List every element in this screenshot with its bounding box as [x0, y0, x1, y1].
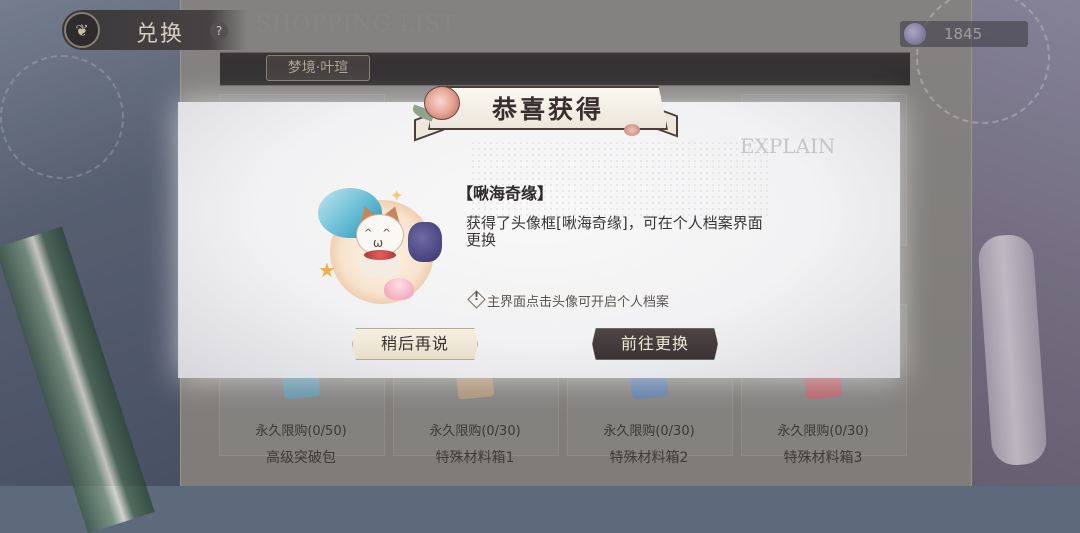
sparkle-icon: ✦	[390, 186, 404, 205]
info-diamond-mark: !	[474, 290, 480, 303]
hint-text: 主界面点击头像可开启个人档案	[487, 295, 670, 310]
shell-ornament	[384, 278, 414, 300]
go-change-button[interactable]: 前往更换	[592, 328, 718, 360]
cat-mouth: ω	[373, 236, 384, 250]
later-button[interactable]: 稍后再说	[352, 328, 478, 360]
flower-collar	[364, 250, 396, 260]
dialog-title: 恭喜获得	[491, 95, 604, 124]
item-description: 获得了头像框[啾海奇缘]，可在个人档案界面更换	[466, 214, 763, 249]
rose-bud-icon	[624, 124, 640, 136]
coral-ornament	[408, 222, 442, 262]
item-name: 【啾海奇缘】	[457, 184, 554, 203]
rose-icon	[424, 86, 460, 120]
explain-watermark: EXPLAIN	[740, 134, 836, 158]
starfish-icon: ★	[318, 258, 336, 282]
